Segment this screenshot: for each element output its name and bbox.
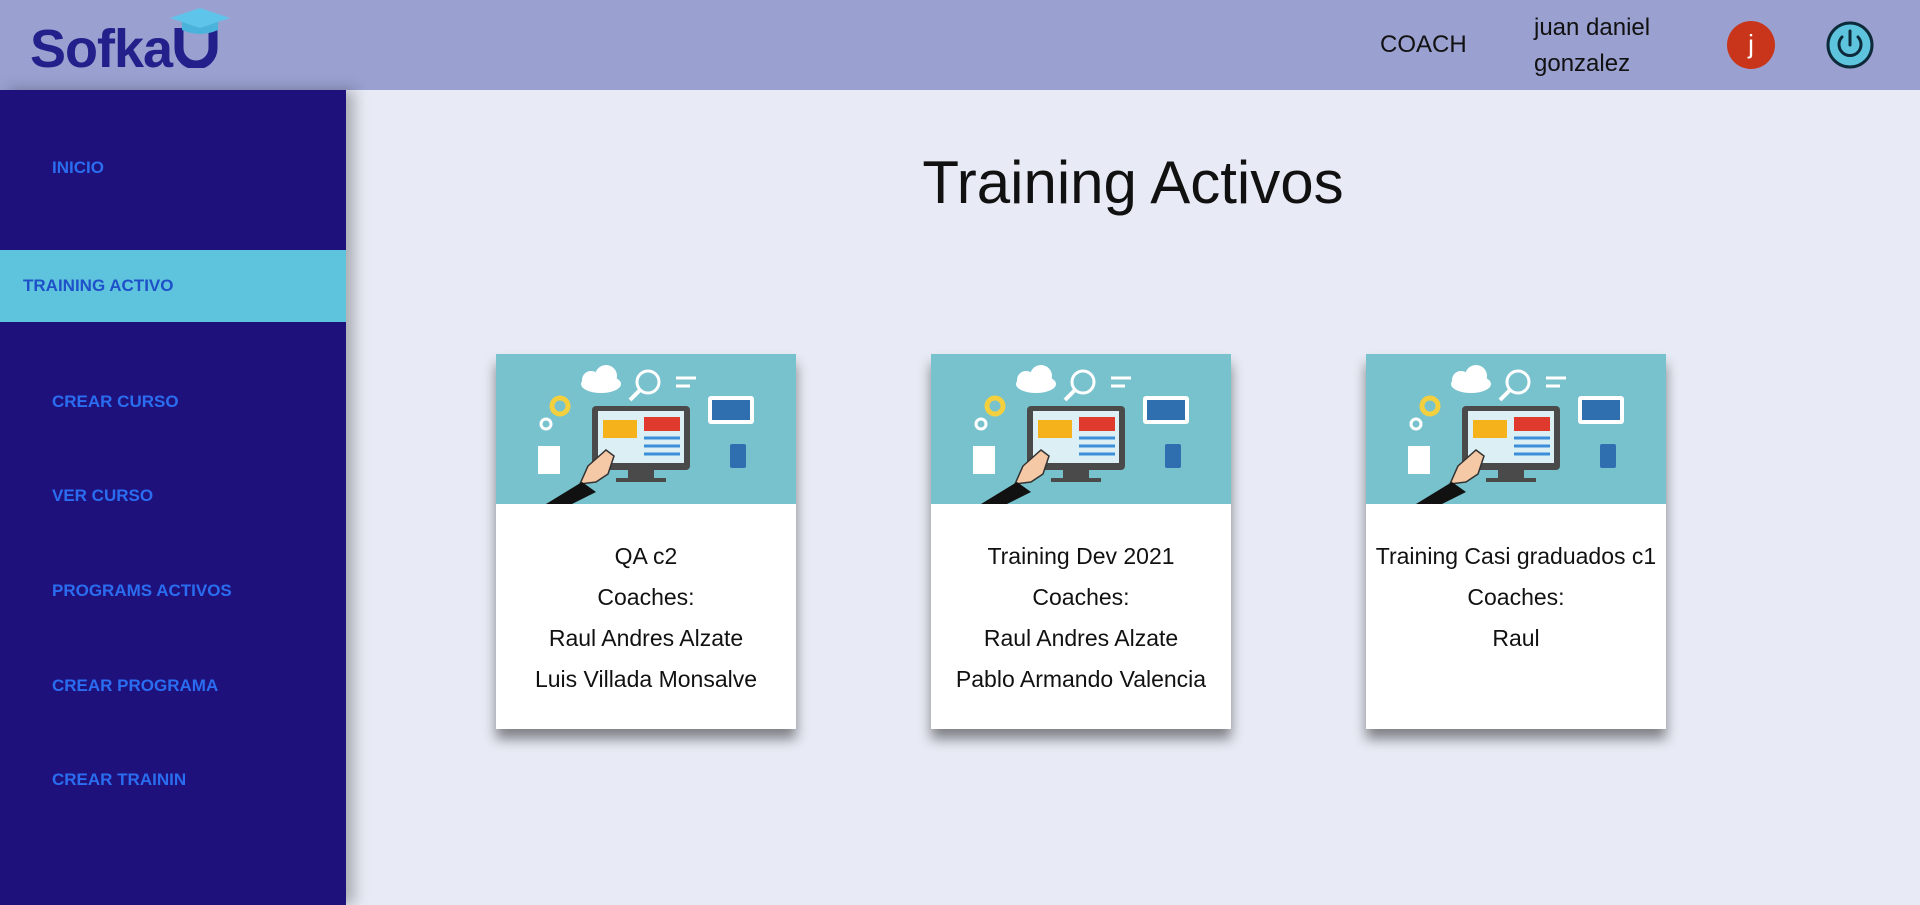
- computer-illustration-icon: [931, 354, 1231, 504]
- sidebar-item-crear-programa[interactable]: CREAR PROGRAMA: [0, 650, 346, 722]
- card-info: Training Dev 2021 Coaches: Raul Andres A…: [931, 536, 1231, 700]
- sidebar-item-programs-activos[interactable]: PROGRAMS ACTIVOS: [0, 555, 346, 627]
- graduation-cap-icon: [170, 8, 230, 34]
- training-name: QA c2: [614, 543, 678, 569]
- coaches-label: Coaches:: [597, 584, 695, 610]
- card-info: QA c2 Coaches: Raul Andres Alzate Luis V…: [496, 536, 796, 700]
- coaches-label: Coaches:: [1032, 584, 1130, 610]
- sidebar-item-crear-trainin[interactable]: CREAR TRAININ: [0, 744, 346, 816]
- user-name: juan daniel gonzalez: [1534, 14, 1651, 77]
- sofka-u-logo[interactable]: Sofka: [30, 4, 240, 79]
- sidebar: INICIO TRAINING ACTIVO CREAR CURSO VER C…: [0, 90, 346, 905]
- sidebar-item-crear-curso[interactable]: CREAR CURSO: [0, 366, 346, 438]
- sidebar-item-inicio[interactable]: INICIO: [0, 132, 346, 204]
- page-title: Training Activos: [922, 149, 1344, 216]
- computer-illustration-icon: [496, 354, 796, 504]
- coach-name: Raul: [1492, 625, 1540, 651]
- sidebar-item-ver-curso[interactable]: VER CURSO: [0, 460, 346, 532]
- coach-name: Pablo Armando Valencia: [955, 666, 1207, 692]
- training-card[interactable]: QA c2 Coaches: Raul Andres Alzate Luis V…: [496, 354, 796, 729]
- sidebar-item-training-activo[interactable]: TRAINING ACTIVO: [0, 250, 346, 322]
- coach-name: Raul Andres Alzate: [548, 625, 744, 651]
- training-name: Training Dev 2021: [987, 543, 1175, 569]
- training-card[interactable]: Training Dev 2021 Coaches: Raul Andres A…: [931, 354, 1231, 729]
- coach-name: Luis Villada Monsalve: [534, 666, 758, 692]
- user-role: COACH: [1380, 31, 1467, 58]
- power-icon[interactable]: [1825, 20, 1875, 70]
- user-avatar[interactable]: j: [1727, 21, 1775, 69]
- computer-illustration-icon: [1366, 354, 1666, 504]
- coaches-label: Coaches:: [1467, 584, 1565, 610]
- card-info: Training Casi graduados c1 Coaches: Raul: [1366, 536, 1666, 659]
- top-bar: Sofka COACH juan daniel gonzalez j: [0, 0, 1920, 90]
- logo-text: Sofka: [30, 19, 173, 79]
- coach-name: Raul Andres Alzate: [983, 625, 1179, 651]
- training-name: Training Casi graduados c1: [1375, 543, 1657, 569]
- training-card[interactable]: Training Casi graduados c1 Coaches: Raul: [1366, 354, 1666, 729]
